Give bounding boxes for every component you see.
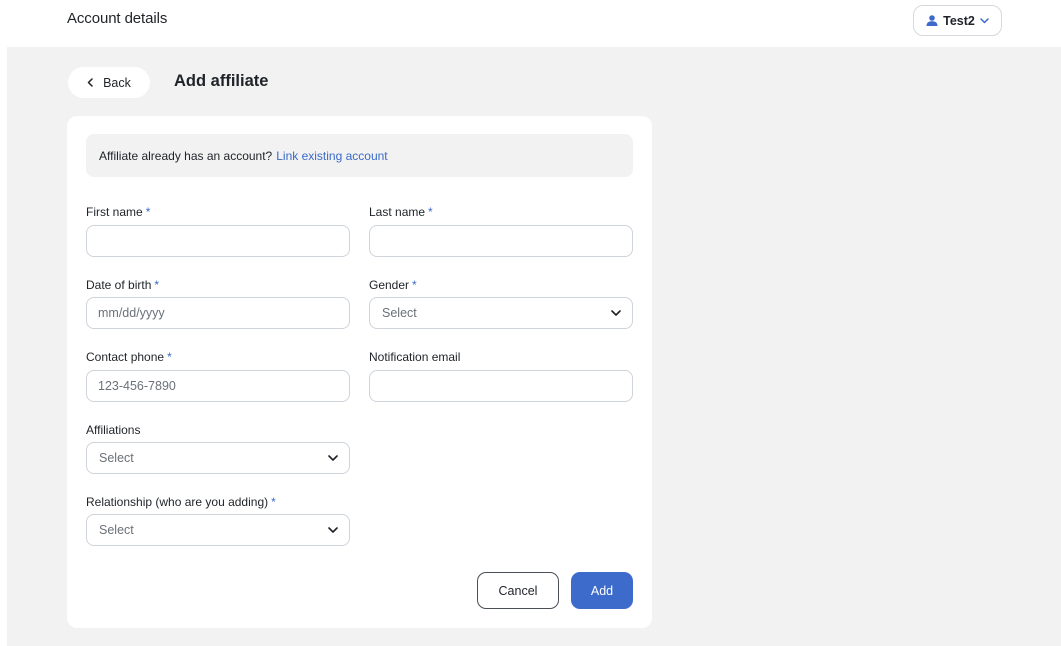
affiliations-select[interactable]: Select bbox=[86, 442, 350, 474]
gender-selected-value: Select bbox=[382, 306, 417, 320]
cancel-button[interactable]: Cancel bbox=[477, 572, 559, 609]
main-content: Back Add affiliate Affiliate already has… bbox=[7, 47, 1061, 646]
required-marker: * bbox=[412, 278, 417, 292]
required-marker: * bbox=[271, 495, 276, 509]
existing-account-notice: Affiliate already has an account? Link e… bbox=[86, 134, 633, 177]
relationship-selected-value: Select bbox=[99, 523, 134, 537]
affiliations-selected-value: Select bbox=[99, 451, 134, 465]
notification-email-input[interactable] bbox=[369, 370, 633, 402]
last-name-input[interactable] bbox=[369, 225, 633, 257]
back-button[interactable]: Back bbox=[68, 67, 150, 98]
user-menu-button[interactable]: Test2 bbox=[913, 5, 1002, 36]
app-title: Account details bbox=[67, 10, 168, 27]
gender-select[interactable]: Select bbox=[369, 297, 633, 329]
affiliations-label: Affiliations bbox=[86, 423, 141, 437]
page-title: Add affiliate bbox=[174, 72, 269, 90]
first-name-label: First name * bbox=[86, 205, 151, 219]
add-button[interactable]: Add bbox=[571, 572, 633, 609]
first-name-input[interactable] bbox=[86, 225, 350, 257]
notice-text: Affiliate already has an account? bbox=[99, 148, 273, 163]
date-of-birth-label: Date of birth * bbox=[86, 278, 160, 292]
required-marker: * bbox=[428, 205, 433, 219]
chevron-down-icon bbox=[328, 527, 338, 533]
link-existing-account-link[interactable]: Link existing account bbox=[276, 149, 387, 163]
back-label: Back bbox=[103, 75, 131, 90]
required-marker: * bbox=[167, 350, 172, 364]
relationship-select[interactable]: Select bbox=[86, 514, 350, 546]
chevron-down-icon bbox=[980, 17, 989, 24]
chevron-down-icon bbox=[328, 455, 338, 461]
relationship-label: Relationship (who are you adding) * bbox=[86, 495, 276, 509]
chevron-left-icon bbox=[87, 76, 93, 90]
last-name-label: Last name * bbox=[369, 205, 433, 219]
required-marker: * bbox=[154, 278, 160, 292]
notification-email-label: Notification email bbox=[369, 350, 461, 364]
top-bar: Account details Test2 bbox=[0, 0, 1061, 46]
date-of-birth-input[interactable] bbox=[86, 297, 350, 329]
user-name: Test2 bbox=[943, 13, 975, 28]
contact-phone-label: Contact phone * bbox=[86, 350, 172, 364]
user-icon bbox=[926, 15, 938, 26]
contact-phone-input[interactable] bbox=[86, 370, 350, 402]
gender-label: Gender * bbox=[369, 278, 417, 292]
add-affiliate-form: Affiliate already has an account? Link e… bbox=[67, 116, 652, 628]
required-marker: * bbox=[145, 205, 151, 219]
chevron-down-icon bbox=[611, 310, 621, 316]
